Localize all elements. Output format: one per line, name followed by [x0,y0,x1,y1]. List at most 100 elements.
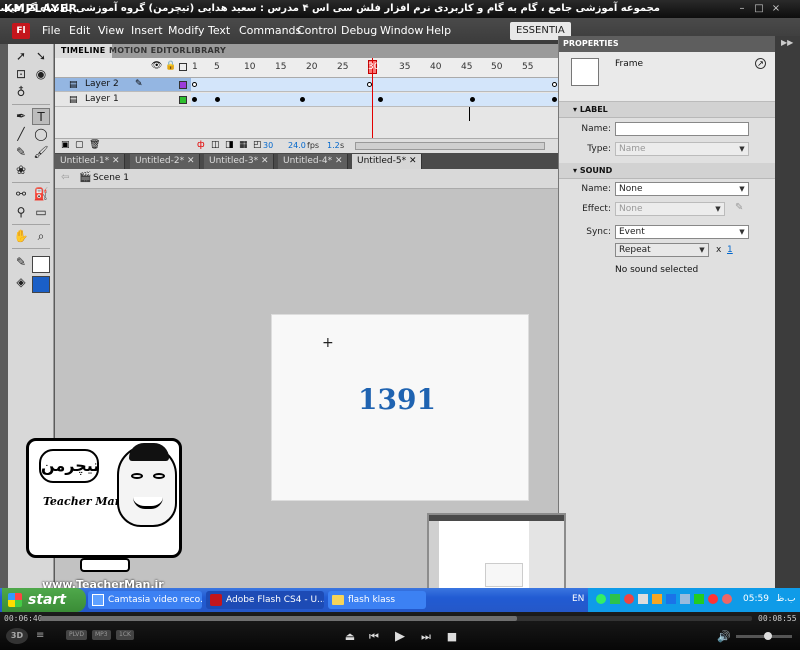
volume-icon[interactable]: 🔊 [716,630,732,644]
volume-knob[interactable] [764,632,772,640]
fps-readout[interactable]: 24.0 [288,141,306,150]
clock[interactable]: 05:59 [743,594,769,604]
keyframe[interactable] [552,97,557,102]
fill-color-icon[interactable]: ◈ [12,274,30,291]
minimize-icon[interactable]: – [735,2,749,15]
zoom-tool-icon[interactable]: ⌕ [32,228,50,245]
outline-color-icon[interactable] [179,81,187,89]
menu-view[interactable]: View [98,24,124,37]
onion-skin-icon[interactable]: ◫ [211,140,220,150]
tray-icon[interactable] [680,594,690,604]
paint-bucket-tool-icon[interactable]: ⛽ [32,186,50,203]
next-icon[interactable]: ⏭ [418,630,434,644]
lock-icon[interactable]: 🔒 [165,61,176,71]
tray-icon[interactable] [694,594,704,604]
bone-tool-icon[interactable]: ⚯ [12,186,30,203]
eyedropper-tool-icon[interactable]: ⚲ [12,204,30,221]
eye-icon[interactable]: 👁 [151,61,162,71]
play-icon[interactable]: ▶ [392,630,408,644]
tray-icon[interactable] [638,594,648,604]
subselection-tool-icon[interactable]: ➘ [32,48,50,65]
timeline-scrollbar[interactable] [355,142,545,150]
section-sound[interactable]: ▾ SOUND [559,163,776,179]
menu-control[interactable]: Control [297,24,337,37]
tray-icon[interactable] [666,594,676,604]
label-type-select[interactable]: Name ▼ [615,142,749,156]
line-tool-icon[interactable]: ╱ [12,126,30,143]
menu-insert[interactable]: Insert [131,24,163,37]
3d-rotation-tool-icon[interactable]: ◉ [32,66,50,83]
selection-tool-icon[interactable]: ➚ [12,48,30,65]
free-transform-tool-icon[interactable]: ⊡ [12,66,30,83]
close-icon[interactable]: × [769,2,783,15]
deco-tool-icon[interactable]: ❀ [12,162,30,179]
back-arrow-icon[interactable]: ⇦ [61,172,69,183]
previous-icon[interactable]: ⏮ [366,630,382,644]
fill-color-swatch[interactable] [32,276,50,293]
menu-icon[interactable]: ≡ [36,630,44,641]
layer-2-frames[interactable] [191,78,558,92]
markers-icon[interactable]: ◰ [253,140,262,150]
stop-icon[interactable]: ■ [444,630,460,644]
outline-color-icon[interactable] [179,96,187,104]
menu-modify[interactable]: Modify [168,24,204,37]
tray-icon[interactable] [652,594,662,604]
time-readout[interactable]: 1.2 [327,141,340,150]
stroke-color-icon[interactable]: ✎ [12,254,30,271]
stage-text[interactable]: 1391 [272,383,522,416]
volume-slider[interactable] [736,632,792,640]
start-button[interactable]: start [2,588,86,612]
layer-row-layer-2[interactable]: ▤ Layer 2 ✎ [55,78,191,92]
seek-bar[interactable] [40,616,752,621]
tab-motion-editor[interactable]: MOTION EDITOR [103,44,192,58]
tray-icon[interactable] [596,594,606,604]
frame-name-input[interactable] [615,122,749,136]
tab-library[interactable]: LIBRARY [180,44,232,58]
delete-layer-icon[interactable]: 🗑 [89,140,100,150]
pencil-tool-icon[interactable]: ✎ [12,144,30,161]
text-tool-icon[interactable]: T [32,108,50,125]
lasso-tool-icon[interactable]: ♁ [12,84,30,101]
repeat-select[interactable]: Repeat ▼ [615,243,709,257]
stage[interactable]: + 1391 [271,314,529,501]
tray-icon[interactable] [722,594,732,604]
sound-name-select[interactable]: None ▼ [615,182,749,196]
menu-commands[interactable]: Commands [239,24,301,37]
taskbar-item-camtasia[interactable]: Camtasia video reco... [88,591,202,609]
new-folder-icon[interactable]: ▢ [75,140,84,150]
keyframe[interactable] [300,97,305,102]
outline-icon[interactable] [179,63,187,71]
doc-tab[interactable]: Untitled-2* ✕ [130,154,201,169]
layer-row-layer-1[interactable]: ▤ Layer 1 [55,93,191,107]
new-layer-icon[interactable]: ▣ [61,140,70,150]
doc-tab[interactable]: Untitled-1* ✕ [55,154,126,169]
taskbar-item-folder[interactable]: flash klass [328,591,426,609]
center-frame-icon[interactable]: ф [197,140,205,150]
menu-debug[interactable]: Debug [341,24,377,37]
doc-tab[interactable]: Untitled-4* ✕ [278,154,349,169]
tray-icon[interactable] [624,594,634,604]
eraser-tool-icon[interactable]: ▭ [32,204,50,221]
keyframe[interactable] [470,97,475,102]
menu-file[interactable]: File [42,24,60,37]
hand-tool-icon[interactable]: ✋ [12,228,30,245]
layer-1-frames[interactable] [191,93,558,107]
current-frame-readout[interactable]: 30 [263,141,273,150]
taskbar-item-flash[interactable]: Adobe Flash CS4 - U... [206,591,324,609]
sync-select[interactable]: Event ▼ [615,225,749,239]
effect-select[interactable]: None ▼ [615,202,725,216]
edit-envelope-icon[interactable]: ✎ [735,202,743,213]
keyframe[interactable] [215,97,220,102]
maximize-icon[interactable]: □ [752,2,766,15]
brush-tool-icon[interactable]: 🖌 [32,144,50,161]
eject-icon[interactable]: ⏏ [342,630,358,644]
stroke-color-swatch[interactable] [32,256,50,273]
language-indicator[interactable]: EN [572,594,584,604]
properties-tab[interactable]: PROPERTIES [559,36,776,52]
onion-outline-icon[interactable]: ◨ [225,140,234,150]
tray-icon[interactable] [610,594,620,604]
oval-tool-icon[interactable]: ◯ [32,126,50,143]
menu-help[interactable]: Help [426,24,451,37]
repeat-count[interactable]: 1 [727,245,733,255]
collapse-panel-icon[interactable]: ▶▶ [781,38,793,47]
